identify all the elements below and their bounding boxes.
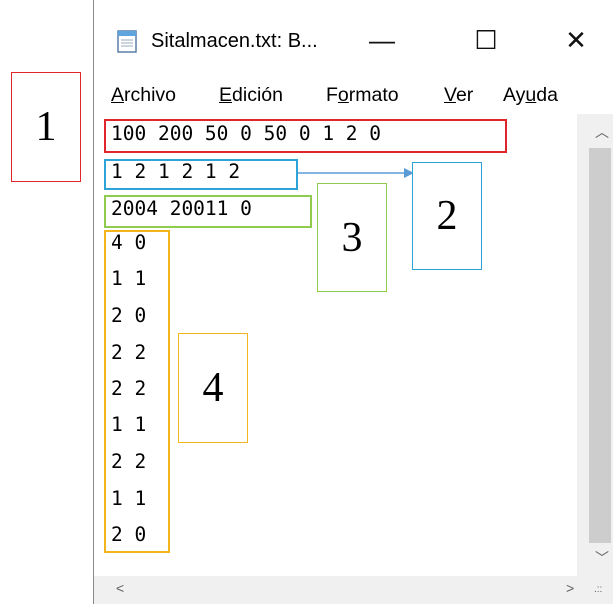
menu-archivo[interactable]: Archivo — [111, 84, 176, 107]
scrollbar-thumb[interactable] — [589, 148, 611, 543]
resize-grip-icon[interactable]: .:: — [594, 584, 602, 595]
annotation-label-1: 1 — [11, 72, 81, 182]
highlight-box-1 — [104, 119, 507, 153]
menu-ayuda[interactable]: Ayuda — [503, 84, 558, 107]
annotation-label-4: 4 — [178, 333, 248, 443]
maximize-button[interactable]: ☐ — [456, 18, 516, 62]
scroll-down-icon[interactable]: ﹀ — [595, 548, 609, 568]
annotation-arrow — [298, 168, 414, 178]
highlight-box-4 — [104, 230, 170, 553]
menu-bar: Archivo Edición Formato Ver Ayuda — [94, 84, 613, 114]
menu-formato[interactable]: Formato — [326, 84, 399, 107]
horizontal-scrollbar[interactable] — [94, 576, 613, 604]
notepad-icon — [117, 30, 137, 53]
highlight-box-3 — [104, 195, 312, 228]
annotation-label-2: 2 — [412, 162, 482, 270]
scroll-right-icon[interactable]: > — [566, 580, 574, 596]
title-bar[interactable]: Sitalmacen.txt: B... — ☐ ✕ — [94, 0, 613, 84]
annotation-label-3: 3 — [317, 183, 387, 292]
minimize-button[interactable]: — — [352, 18, 412, 62]
menu-ver[interactable]: Ver — [444, 84, 473, 107]
scroll-left-icon[interactable]: < — [116, 580, 124, 596]
scroll-up-icon[interactable]: ︿ — [595, 122, 609, 142]
close-button[interactable]: ✕ — [546, 18, 606, 62]
window-title: Sitalmacen.txt: B... — [151, 30, 318, 52]
notepad-window: Sitalmacen.txt: B... — ☐ ✕ Archivo Edici… — [93, 0, 613, 604]
menu-edicion[interactable]: Edición — [219, 84, 283, 107]
highlight-box-2 — [104, 159, 298, 190]
